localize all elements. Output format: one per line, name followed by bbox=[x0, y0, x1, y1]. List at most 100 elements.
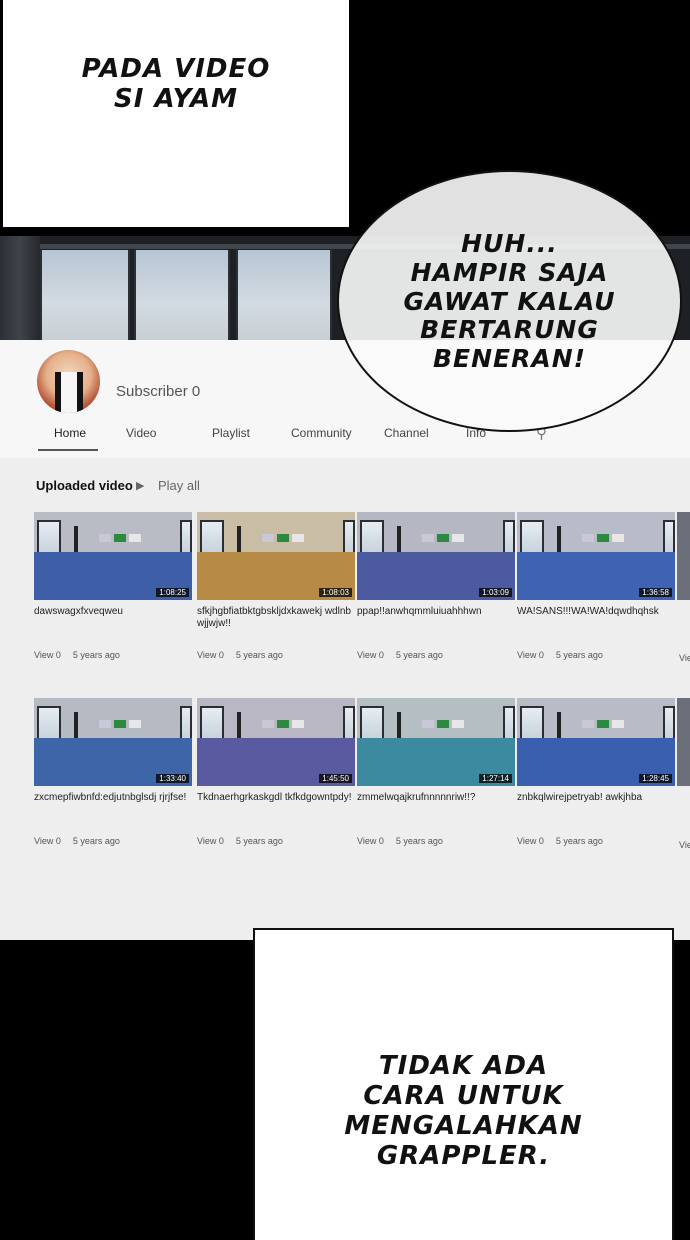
flag bbox=[114, 720, 126, 728]
flag bbox=[612, 534, 624, 542]
video-title[interactable]: Tkdnaerhgrkaskgdl tkfkdgowntpdy! bbox=[197, 792, 355, 818]
flag bbox=[277, 534, 289, 542]
flag bbox=[597, 720, 609, 728]
video-duration: 1:36:58 bbox=[639, 588, 672, 597]
video-meta: View 0 5 years ago bbox=[197, 650, 355, 660]
thumbnail-window bbox=[360, 706, 384, 740]
tab-channel[interactable]: Channel bbox=[384, 426, 429, 440]
caption-box-bottom: TIDAK ADA CARA UNTUK MENGALAHKAN GRAPPLE… bbox=[253, 928, 674, 1240]
thumbnail-window bbox=[520, 706, 544, 740]
caption-bottom-text: TIDAK ADA CARA UNTUK MENGALAHKAN GRAPPLE… bbox=[344, 1051, 583, 1171]
thumbnail-window bbox=[663, 520, 675, 554]
video-duration: 1:08:25 bbox=[156, 588, 189, 597]
window-pane bbox=[40, 250, 130, 340]
thumbnail-window bbox=[200, 706, 224, 740]
video-meta: View 0 5 years ago bbox=[357, 836, 515, 846]
upload-age: 5 years ago bbox=[555, 650, 603, 660]
tab-playlist[interactable]: Playlist bbox=[212, 426, 250, 440]
upload-age: 5 years ago bbox=[395, 650, 443, 660]
upload-age: 5 years ago bbox=[235, 650, 283, 660]
upload-age: 5 years ago bbox=[72, 650, 120, 660]
video-title[interactable]: ppap!!anwhqmmluiuahhhwn bbox=[357, 606, 515, 632]
flag bbox=[437, 720, 449, 728]
view-count: View 0 bbox=[197, 650, 224, 660]
partial-video-meta: Vie bbox=[679, 653, 690, 663]
video-thumbnail[interactable]: 1:36:58 bbox=[517, 512, 675, 600]
thumbnail-window bbox=[180, 706, 192, 740]
channel-avatar[interactable] bbox=[37, 350, 100, 413]
thumbnail-window bbox=[663, 706, 675, 740]
flags bbox=[582, 529, 627, 547]
video-thumbnail[interactable]: 1:45:50 bbox=[197, 698, 355, 786]
video-card[interactable]: 1:33:40 zxcmepfiwbnfd:edjutnbglsdj rjrjfs… bbox=[34, 698, 192, 846]
partial-video-thumbnail[interactable] bbox=[677, 512, 690, 600]
video-duration: 1:03:09 bbox=[479, 588, 512, 597]
partial-video-meta: Vie bbox=[679, 840, 690, 850]
video-card[interactable]: 1:27:14 zmmelwqajkrufnnnnnriw!!? View 0 5 y… bbox=[357, 698, 515, 846]
flag bbox=[262, 534, 274, 542]
video-thumbnail[interactable]: 1:08:03 bbox=[197, 512, 355, 600]
thumbnail-window bbox=[343, 706, 355, 740]
flag bbox=[277, 720, 289, 728]
tab-home[interactable]: Home bbox=[54, 426, 86, 440]
window-pane bbox=[134, 250, 230, 340]
flags bbox=[422, 715, 467, 733]
speech-bubble-text: HUH... HAMPIR SAJA GAWAT KALAU BERTARUNG… bbox=[403, 229, 616, 373]
video-meta: View 0 5 years ago bbox=[357, 650, 515, 660]
video-duration: 1:08:03 bbox=[319, 588, 352, 597]
video-thumbnail[interactable]: 1:03:09 bbox=[357, 512, 515, 600]
video-card[interactable]: 1:08:03 sfkjhgbfiatbktgbskljdxkawekj wdln… bbox=[197, 512, 355, 660]
flag bbox=[582, 720, 594, 728]
video-card[interactable]: 1:28:45 znbkqlwirejpetryab! awkjhba View 0… bbox=[517, 698, 675, 846]
video-title[interactable]: WA!SANS!!!WA!WA!dqwdhqhsk bbox=[517, 606, 675, 632]
flags bbox=[582, 715, 627, 733]
flag bbox=[99, 534, 111, 542]
flag bbox=[129, 720, 141, 728]
video-meta: View 0 5 years ago bbox=[517, 836, 675, 846]
thumbnail-window bbox=[37, 706, 61, 740]
video-card[interactable]: 1:03:09 ppap!!anwhqmmluiuahhhwn View 0 5 ye… bbox=[357, 512, 515, 660]
flags bbox=[262, 529, 307, 547]
video-thumbnail[interactable]: 1:08:25 bbox=[34, 512, 192, 600]
video-title[interactable]: znbkqlwirejpetryab! awkjhba bbox=[517, 792, 675, 818]
flag bbox=[582, 534, 594, 542]
video-duration: 1:45:50 bbox=[319, 774, 352, 783]
view-count: View 0 bbox=[517, 650, 544, 660]
tab-community[interactable]: Community bbox=[291, 426, 352, 440]
video-meta: View 0 5 years ago bbox=[517, 650, 675, 660]
flag bbox=[452, 534, 464, 542]
flags bbox=[99, 715, 144, 733]
video-thumbnail[interactable]: 1:28:45 bbox=[517, 698, 675, 786]
video-duration: 1:27:14 bbox=[479, 774, 512, 783]
video-card[interactable]: 1:36:58 WA!SANS!!!WA!WA!dqwdhqhsk View 0 5 … bbox=[517, 512, 675, 660]
video-card[interactable]: 1:45:50 Tkdnaerhgrkaskgdl tkfkdgowntpdy! V… bbox=[197, 698, 355, 846]
view-count: View 0 bbox=[34, 650, 61, 660]
partial-video-thumbnail[interactable] bbox=[677, 698, 690, 786]
flag bbox=[114, 534, 126, 542]
thumbnail-window bbox=[37, 520, 61, 554]
video-duration: 1:28:45 bbox=[639, 774, 672, 783]
window-pane bbox=[236, 250, 332, 340]
video-title[interactable]: dawswagxfxveqweu bbox=[34, 606, 192, 632]
play-icon[interactable]: ▶ bbox=[136, 479, 144, 492]
avatar-gi-figure bbox=[55, 372, 83, 413]
video-title[interactable]: sfkjhgbfiatbktgbskljdxkawekj wdlnbwjjwjw… bbox=[197, 606, 355, 632]
video-title[interactable]: zmmelwqajkrufnnnnnriw!!? bbox=[357, 792, 515, 818]
speech-bubble: HUH... HAMPIR SAJA GAWAT KALAU BERTARUNG… bbox=[337, 170, 682, 432]
thumbnail-window bbox=[503, 706, 515, 740]
thumbnail-window bbox=[343, 520, 355, 554]
play-all-button[interactable]: Play all bbox=[158, 478, 200, 493]
flag bbox=[422, 720, 434, 728]
flag bbox=[292, 534, 304, 542]
video-meta: View 0 5 years ago bbox=[34, 650, 192, 660]
video-title[interactable]: zxcmepfiwbnfd:edjutnbglsdj rjrjfse! bbox=[34, 792, 192, 818]
video-card[interactable]: 1:08:25 dawswagxfxveqweu View 0 5 years ago bbox=[34, 512, 192, 660]
video-thumbnail[interactable]: 1:27:14 bbox=[357, 698, 515, 786]
flags bbox=[262, 715, 307, 733]
channel-page: Subscriber 0 Home Video Playlist Communi… bbox=[0, 340, 690, 940]
video-thumbnail[interactable]: 1:33:40 bbox=[34, 698, 192, 786]
tab-video[interactable]: Video bbox=[126, 426, 156, 440]
flag bbox=[612, 720, 624, 728]
view-count: View 0 bbox=[517, 836, 544, 846]
video-meta: View 0 5 years ago bbox=[34, 836, 192, 846]
